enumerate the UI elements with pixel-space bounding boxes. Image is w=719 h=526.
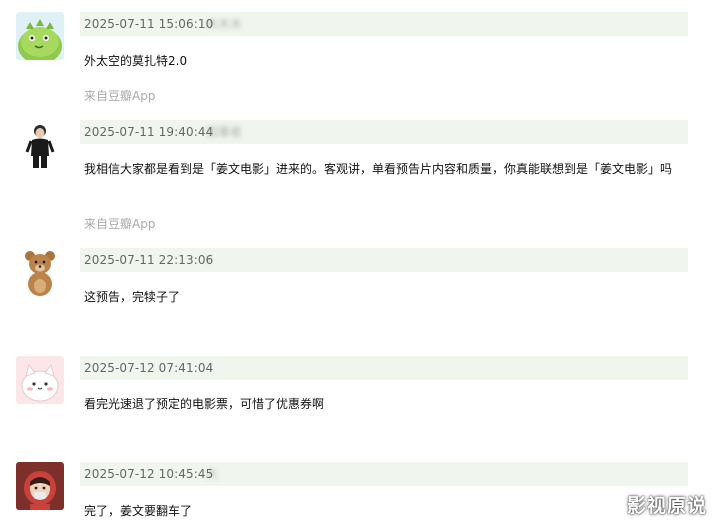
comment-meta-bar: 2025-07-12 10:45:45 大 [80, 462, 688, 486]
man-in-black-avatar-icon[interactable] [16, 120, 64, 168]
comment-text: 我相信大家都是看到是「姜文电影」进来的。客观讲，单看预告片内容和质量，你真能联想… [84, 162, 673, 176]
watermark-text: 影视原说 [626, 495, 707, 517]
comment-username[interactable]: 木木木 [206, 12, 242, 36]
comment-username[interactable]: 大 [206, 462, 218, 486]
comment-text: 这预告，完犊子了 [84, 290, 181, 304]
comment-source: 来自豆瓣App [84, 89, 156, 103]
white-cat-avatar-icon[interactable] [16, 356, 64, 404]
comment-timestamp: 2025-07-12 10:45:45 [84, 467, 214, 481]
girl-red-hood-avatar-icon[interactable] [16, 462, 64, 510]
comment-timestamp: 2025-07-11 19:40:44 [84, 125, 214, 139]
comment-text: 外太空的莫扎特2.0 [84, 54, 188, 68]
comment-username[interactable]: r [206, 248, 211, 272]
comment-text: 看完光速退了预定的电影票，可惜了优惠券啊 [84, 397, 325, 411]
teddy-bear-avatar-icon[interactable] [16, 248, 64, 296]
comment-username[interactable]: . [206, 356, 210, 380]
comment-timestamp: 2025-07-12 07:41:04 [84, 361, 214, 375]
comment-source: 来自豆瓣App [84, 217, 156, 231]
comment-username[interactable]: 叙事者 [206, 120, 242, 144]
green-dinosaur-avatar-icon[interactable] [16, 12, 64, 60]
comment-meta-bar: 2025-07-11 15:06:10 木木木 [80, 12, 688, 36]
comment-text: 完了，姜文要翻车了 [84, 504, 193, 518]
comment-meta-bar: 2025-07-11 22:13:06 r [80, 248, 688, 272]
comment-timestamp: 2025-07-11 22:13:06 [84, 253, 214, 267]
comment-meta-bar: 2025-07-11 19:40:44 叙事者 [80, 120, 688, 144]
comment-meta-bar: 2025-07-12 07:41:04 . [80, 356, 688, 380]
comment-timestamp: 2025-07-11 15:06:10 [84, 17, 214, 31]
